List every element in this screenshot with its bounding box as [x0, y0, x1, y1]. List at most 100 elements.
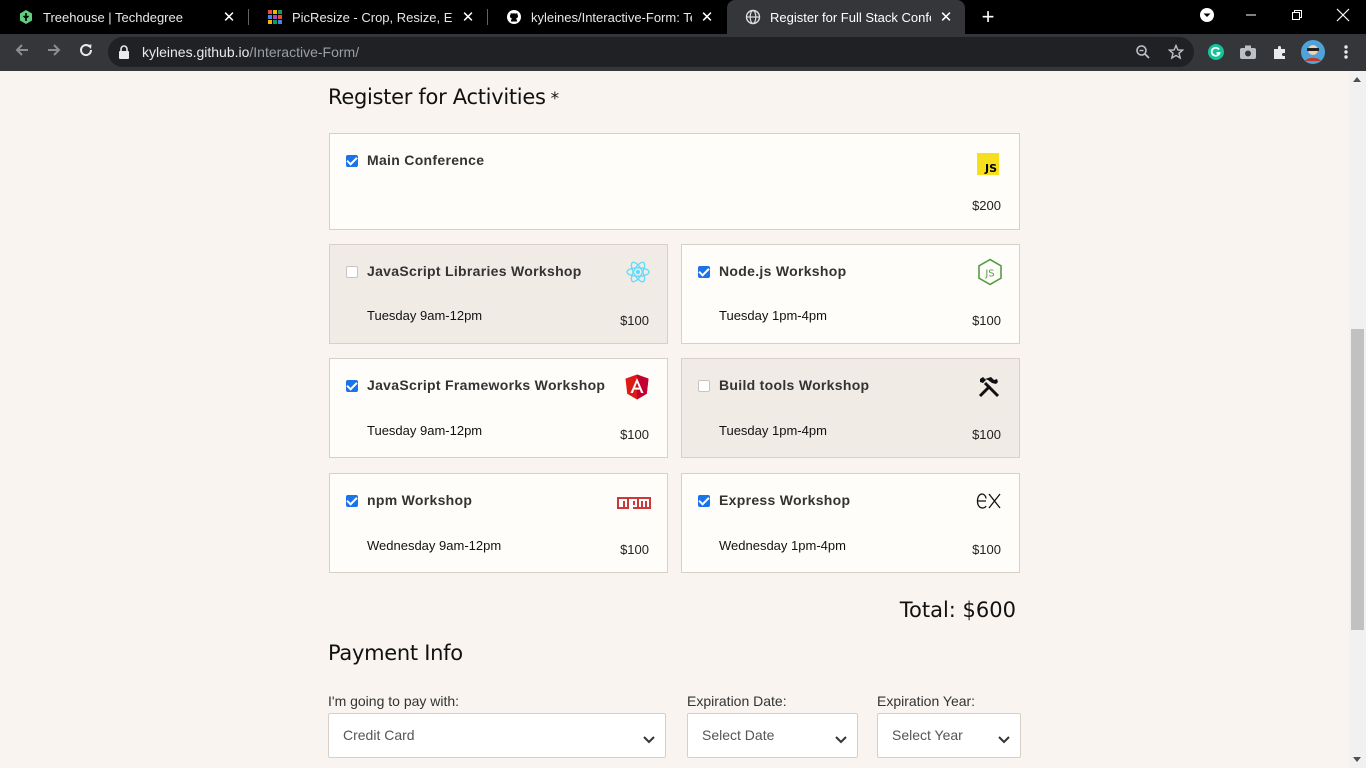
- bookmark-star-icon[interactable]: [1167, 43, 1185, 60]
- checkbox-js-libraries[interactable]: [346, 266, 358, 278]
- close-icon: [1336, 8, 1350, 27]
- new-tab-button[interactable]: +: [975, 4, 1001, 30]
- browser-toolbar: kyleines.github.io/Interactive-Form/: [0, 34, 1366, 71]
- tab-picresize[interactable]: PicResize - Crop, Resize, Edit ima ✕: [249, 0, 487, 34]
- forward-button[interactable]: [40, 38, 68, 66]
- arrow-left-icon: [14, 42, 30, 63]
- picresize-icon: [267, 9, 283, 25]
- activities-total: Total: $600: [899, 598, 1016, 622]
- required-marker: *: [550, 89, 560, 109]
- activity-name: JavaScript Frameworks Workshop: [367, 377, 606, 393]
- checkbox-build-tools[interactable]: [698, 380, 710, 392]
- github-icon: [506, 9, 522, 25]
- scrollbar-thumb[interactable]: [1351, 329, 1364, 630]
- zoom-icon[interactable]: [1135, 44, 1151, 60]
- tab-title: Register for Full Stack Conference: [770, 9, 931, 25]
- close-icon[interactable]: ✕: [220, 8, 238, 26]
- back-button[interactable]: [8, 38, 36, 66]
- activity-nodejs[interactable]: Node.js Workshop JS Tuesday 1pm-4pm $100: [681, 244, 1020, 344]
- reload-icon: [78, 42, 94, 63]
- activity-build-tools[interactable]: Build tools Workshop Tuesday 1pm-4pm $10…: [681, 358, 1020, 458]
- activity-name: npm Workshop: [367, 492, 473, 508]
- profile-avatar[interactable]: [1300, 39, 1326, 65]
- camera-icon[interactable]: [1238, 42, 1258, 62]
- activity-name: Express Workshop: [719, 492, 851, 508]
- restore-button[interactable]: [1274, 0, 1320, 34]
- svg-text:JS: JS: [984, 269, 994, 280]
- tab-register[interactable]: Register for Full Stack Conference ✕: [727, 0, 965, 34]
- chevron-down-icon: [835, 731, 847, 749]
- reload-button[interactable]: [72, 38, 100, 66]
- close-icon[interactable]: ✕: [937, 8, 955, 26]
- tab-title: kyleines/Interactive-Form: Team T: [531, 9, 692, 25]
- close-icon[interactable]: ✕: [698, 8, 716, 26]
- tab-title: Treehouse | Techdegree: [43, 9, 183, 25]
- close-icon[interactable]: ✕: [459, 8, 477, 26]
- chevron-down-icon: [998, 731, 1010, 749]
- arrow-right-icon: [46, 42, 62, 63]
- activities-title: Register for Activities: [328, 85, 546, 109]
- activity-price: $100: [972, 542, 1001, 557]
- url-host: kyleines.github.io: [142, 44, 250, 60]
- exp-year-select[interactable]: Select Year: [877, 713, 1021, 758]
- exp-year-value: Select Year: [892, 727, 963, 743]
- activity-price: $100: [620, 427, 649, 442]
- tools-icon: [976, 374, 1002, 400]
- scroll-down-icon[interactable]: [1353, 757, 1361, 762]
- activity-time: Wednesday 9am-12pm: [367, 538, 502, 553]
- tab-strip: Treehouse | Techdegree ✕ PicResize - Cro…: [0, 0, 1366, 34]
- extensions-puzzle-icon[interactable]: [1270, 42, 1290, 62]
- scroll-up-icon[interactable]: [1353, 77, 1361, 82]
- javascript-logo-icon: JS: [975, 151, 1001, 177]
- chevron-down-icon: [643, 731, 655, 749]
- express-logo-icon: [976, 488, 1002, 514]
- activity-time: Tuesday 1pm-4pm: [719, 423, 827, 438]
- url-text: kyleines.github.io/Interactive-Form/: [142, 44, 359, 60]
- tab-treehouse[interactable]: Treehouse | Techdegree ✕: [0, 0, 248, 34]
- checkbox-express[interactable]: [698, 495, 710, 507]
- activity-price: $100: [972, 313, 1001, 328]
- close-window-button[interactable]: [1320, 0, 1366, 34]
- menu-dots-icon[interactable]: [1336, 42, 1356, 62]
- checkbox-main-conference[interactable]: [346, 155, 358, 167]
- activity-price: $200: [972, 198, 1001, 213]
- nodejs-logo-icon: JS: [977, 258, 1003, 286]
- activity-npm[interactable]: npm Workshop Wednesday 9am-12pm $100: [329, 473, 668, 573]
- npm-logo-icon: [617, 491, 651, 517]
- payment-heading: Payment Info: [328, 641, 463, 665]
- activity-name: Main Conference: [367, 152, 485, 168]
- minimize-button[interactable]: [1228, 0, 1274, 34]
- exp-date-label: Expiration Date:: [687, 693, 787, 709]
- chevron-down-icon: [1199, 7, 1215, 28]
- activity-time: Wednesday 1pm-4pm: [719, 538, 846, 553]
- activity-main-conference[interactable]: Main Conference JS $200: [329, 133, 1020, 230]
- activity-name: JavaScript Libraries Workshop: [367, 263, 582, 279]
- activity-name: Node.js Workshop: [719, 263, 847, 279]
- activity-time: Tuesday 9am-12pm: [367, 308, 483, 323]
- activity-js-libraries[interactable]: JavaScript Libraries Workshop Tuesday 9a…: [329, 244, 668, 344]
- tab-search-button[interactable]: [1184, 0, 1230, 34]
- tab-title: PicResize - Crop, Resize, Edit ima: [292, 9, 453, 25]
- activity-price: $100: [972, 427, 1001, 442]
- activities-heading: Register for Activities *: [328, 85, 559, 109]
- activity-price: $100: [620, 542, 649, 557]
- address-bar[interactable]: kyleines.github.io/Interactive-Form/: [108, 37, 1194, 67]
- exp-date-value: Select Date: [702, 727, 775, 743]
- activity-express[interactable]: Express Workshop Wednesday 1pm-4pm $100: [681, 473, 1020, 573]
- activity-time: Tuesday 9am-12pm: [367, 423, 483, 438]
- checkbox-nodejs[interactable]: [698, 266, 710, 278]
- exp-date-select[interactable]: Select Date: [687, 713, 858, 758]
- minimize-icon: [1245, 8, 1257, 26]
- activity-js-frameworks[interactable]: JavaScript Frameworks Workshop Tuesday 9…: [329, 358, 668, 458]
- url-path: /Interactive-Form/: [249, 44, 360, 60]
- payment-method-select[interactable]: Credit Card: [328, 713, 666, 758]
- tab-github[interactable]: kyleines/Interactive-Form: Team T ✕: [488, 0, 726, 34]
- svg-text:JS: JS: [984, 162, 997, 175]
- checkbox-npm[interactable]: [346, 495, 358, 507]
- activity-time: Tuesday 1pm-4pm: [719, 308, 827, 323]
- payment-method-value: Credit Card: [343, 727, 415, 743]
- treehouse-icon: [18, 9, 34, 25]
- page-scrollbar[interactable]: [1349, 71, 1366, 768]
- checkbox-js-frameworks[interactable]: [346, 380, 358, 392]
- grammarly-icon[interactable]: [1206, 42, 1226, 62]
